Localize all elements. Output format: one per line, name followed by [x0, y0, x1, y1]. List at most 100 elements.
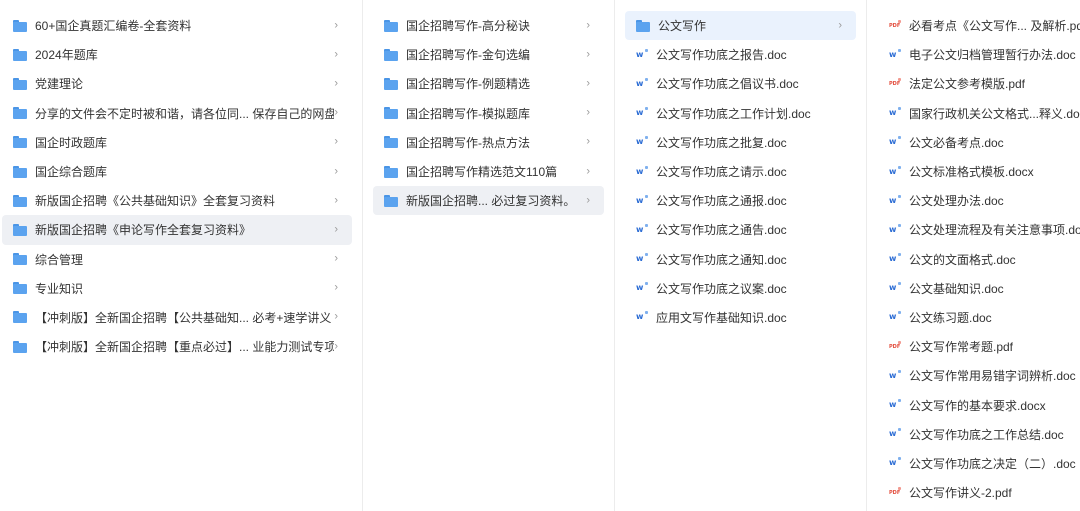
chevron-right-icon: › — [334, 223, 338, 236]
item-label: 新版国企招聘... 必过复习资料。 — [406, 194, 576, 209]
pdf-file-icon: PDF — [889, 77, 901, 90]
file-item[interactable]: w 公文写作的基本要求.docx — [881, 390, 1080, 419]
folder-icon — [13, 136, 27, 149]
folder-item[interactable]: 60+国企真题汇编卷-全套资料 › — [2, 11, 352, 40]
folder-item[interactable]: 国企招聘写作-热点方法 › — [373, 128, 604, 157]
item-label: 公文的文面格式.doc — [909, 252, 1016, 267]
word-doc-icon: w — [636, 107, 648, 119]
folder-icon — [13, 107, 27, 120]
file-item[interactable]: w 公文写作功底之通报.doc — [625, 186, 856, 215]
file-item[interactable]: PDF 法定公文参考模版.pdf — [881, 69, 1080, 98]
item-label: 公文写作功底之通报.doc — [656, 194, 787, 209]
folder-icon — [13, 48, 27, 61]
column-2[interactable]: 国企招聘写作-高分秘诀 › 国企招聘写作-金句选编 › 国企招聘写作-例题精选 › 国企招聘… — [363, 0, 615, 511]
column-4[interactable]: PDF 必看考点《公文写作... 及解析.pdf w 电子公文归档管理暂行办法.doc… — [867, 0, 1080, 511]
file-browser: 60+国企真题汇编卷-全套资料 › 2024年题库 › 党建理论 › 分享的文件会不定时被和… — [0, 0, 1080, 511]
chevron-right-icon: › — [586, 106, 590, 119]
folder-item[interactable]: 2024年题库 › — [2, 40, 352, 69]
file-item[interactable]: w 公文写作功底之通告.doc — [625, 215, 856, 244]
item-label: 国企招聘写作-金句选编 — [406, 48, 530, 63]
folder-item[interactable]: 【冲刺版】全新国企招聘【重点必过】... 业能力测试专项 › — [2, 332, 352, 361]
word-doc-icon: w — [636, 48, 648, 61]
file-item[interactable]: w 公文写作功底之决定（二）.doc — [881, 449, 1080, 478]
folder-item[interactable]: 综合管理 › — [2, 245, 352, 274]
file-item[interactable]: w 公文写作功底之报告.doc — [625, 40, 856, 69]
item-label: 公文写作功底之请示.doc — [656, 165, 787, 180]
folder-item[interactable]: 国企招聘写作-高分秘诀 › — [373, 11, 604, 40]
folder-item[interactable]: 新版国企招聘... 必过复习资料。 › — [373, 186, 604, 216]
file-item[interactable]: w 公文处理流程及有关注意事项.doc — [881, 215, 1080, 244]
file-item[interactable]: w 公文写作功底之批复.doc — [625, 128, 856, 157]
column-1[interactable]: 60+国企真题汇编卷-全套资料 › 2024年题库 › 党建理论 › 分享的文件会不定时被和… — [0, 0, 363, 511]
file-item[interactable]: w 应用文写作基础知识.doc — [625, 303, 856, 332]
chevron-right-icon: › — [334, 310, 338, 323]
file-item[interactable]: w 公文必备考点.doc — [881, 128, 1080, 157]
file-item[interactable]: w 公文处理办法.doc — [881, 186, 1080, 215]
item-label: 公文写作功底之决定（二）.doc — [909, 456, 1076, 471]
file-item[interactable]: w 公文写作功底之工作计划.doc — [625, 99, 856, 128]
file-item[interactable]: w 公文的文面格式.doc — [881, 245, 1080, 274]
word-doc-icon: w — [889, 48, 901, 61]
folder-icon — [13, 77, 27, 90]
item-label: 国家行政机关公文格式...释义.docx — [909, 106, 1080, 121]
file-item[interactable]: w 公文写作功底之工作总结.doc — [881, 420, 1080, 449]
word-doc-icon: w — [889, 253, 901, 265]
item-label: 公文标准格式模板.docx — [909, 165, 1034, 180]
file-item[interactable]: w 公文练习题.doc — [881, 303, 1080, 332]
item-label: 【冲刺版】全新国企招聘【重点必过】... 业能力测试专项 — [35, 340, 334, 355]
item-label: 公文写作的基本要求.docx — [909, 398, 1046, 413]
folder-item[interactable]: 国企招聘写作-金句选编 › — [373, 40, 604, 69]
file-item[interactable]: w 公文基础知识.doc — [881, 274, 1080, 303]
file-item[interactable]: w 公文写作功底之通知.doc — [625, 245, 856, 274]
item-label: 公文写作功底之工作计划.doc — [656, 106, 811, 121]
column-3[interactable]: 公文写作 › w 公文写作功底之报告.doc w 公文写作功底之倡议书.doc w 公文写作功… — [615, 0, 867, 511]
folder-icon — [384, 48, 398, 61]
item-label: 公文写作常用易错字词辨析.doc — [909, 369, 1076, 384]
folder-item[interactable]: 公文写作 › — [625, 11, 856, 41]
chevron-right-icon: › — [334, 135, 338, 148]
file-item[interactable]: PDF 必看考点《公文写作... 及解析.pdf — [881, 11, 1080, 40]
file-item[interactable]: PDF 公文写作常考题.pdf — [881, 332, 1080, 361]
folder-item[interactable]: 新版国企招聘《申论写作全套复习资料》 › — [2, 215, 352, 245]
folder-item[interactable]: 国企招聘写作精选范文110篇 › — [373, 157, 604, 186]
file-item[interactable]: w 公文标准格式模板.docx — [881, 157, 1080, 186]
item-label: 公文基础知识.doc — [909, 281, 1004, 296]
file-item[interactable]: w 国家行政机关公文格式...释义.docx — [881, 99, 1080, 128]
folder-icon — [384, 19, 398, 32]
chevron-right-icon: › — [334, 340, 338, 353]
chevron-right-icon: › — [586, 135, 590, 148]
word-doc-icon: w — [636, 223, 648, 236]
word-doc-icon: w — [889, 457, 901, 469]
item-label: 国企招聘写作-模拟题库 — [406, 106, 530, 121]
folder-icon — [384, 136, 398, 149]
folder-item[interactable]: 党建理论 › — [2, 69, 352, 98]
item-label: 公文写作功底之工作总结.doc — [909, 427, 1064, 442]
folder-item[interactable]: 国企招聘写作-例题精选 › — [373, 69, 604, 98]
folder-icon — [636, 19, 650, 32]
folder-item[interactable]: 分享的文件会不定时被和谐，请各位同... 保存自己的网盘 › — [2, 99, 352, 128]
folder-item[interactable]: 新版国企招聘《公共基础知识》全套复习资料 › — [2, 186, 352, 215]
item-label: 国企招聘写作-例题精选 — [406, 77, 530, 92]
folder-icon — [13, 311, 27, 324]
word-doc-icon: w — [889, 223, 901, 236]
item-label: 新版国企招聘《公共基础知识》全套复习资料 — [35, 194, 276, 209]
file-item[interactable]: w 公文写作功底之议案.doc — [625, 274, 856, 303]
file-item[interactable]: w 公文写作常用易错字词辨析.doc — [881, 361, 1080, 390]
folder-item[interactable]: 【冲刺版】全新国企招聘【公共基础知... 必考+速学讲义 › — [2, 303, 352, 332]
folder-item[interactable]: 国企招聘写作-模拟题库 › — [373, 99, 604, 128]
item-label: 党建理论 — [35, 77, 84, 92]
item-label: 60+国企真题汇编卷-全套资料 — [35, 19, 192, 34]
item-label: 公文写作功底之报告.doc — [656, 48, 787, 63]
word-doc-icon: w — [889, 194, 901, 207]
file-item[interactable]: w 电子公文归档管理暂行办法.doc — [881, 40, 1080, 69]
chevron-right-icon: › — [334, 77, 338, 90]
pdf-file-icon: PDF — [889, 340, 901, 353]
file-item[interactable]: w 公文写作功底之倡议书.doc — [625, 69, 856, 98]
folder-item[interactable]: 专业知识 › — [2, 274, 352, 303]
word-doc-icon: w — [636, 282, 648, 294]
file-item[interactable]: w 公文写作功底之请示.doc — [625, 157, 856, 186]
file-item[interactable]: PDF 公文写作讲义-2.pdf — [881, 478, 1080, 507]
folder-item[interactable]: 国企综合题库 › — [2, 157, 352, 186]
folder-item[interactable]: 国企时政题库 › — [2, 128, 352, 157]
chevron-right-icon: › — [334, 252, 338, 265]
